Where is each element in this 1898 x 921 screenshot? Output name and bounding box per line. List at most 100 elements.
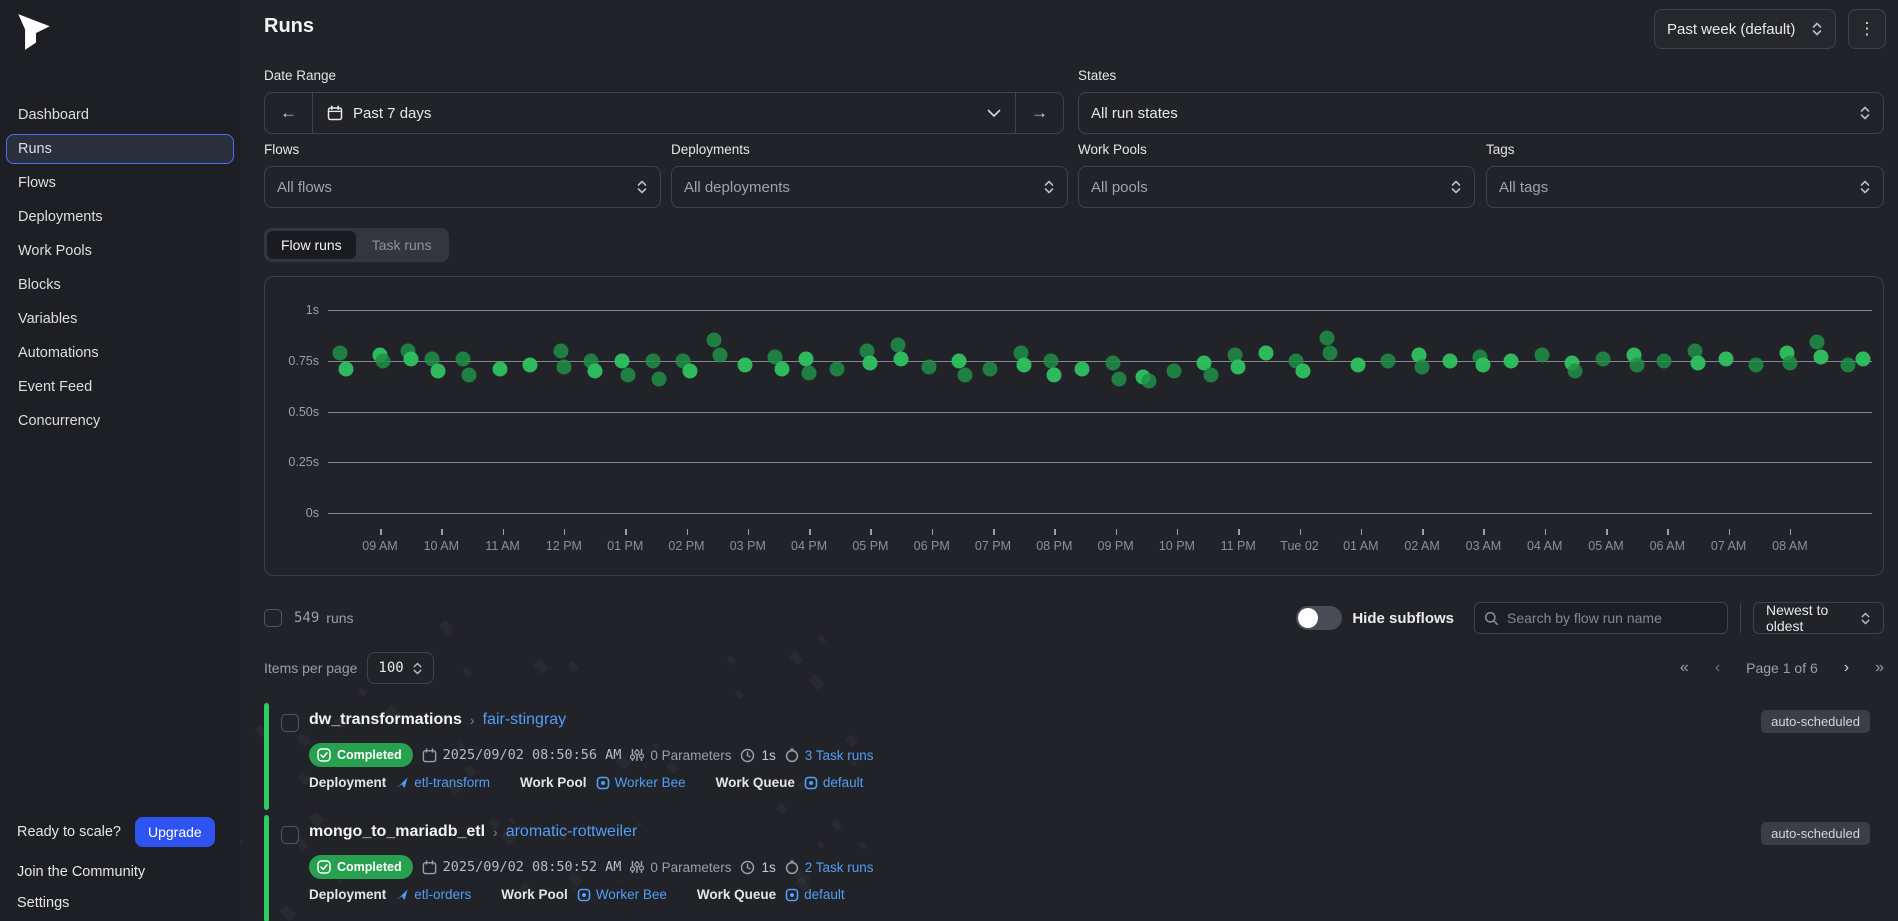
flow-run-dot[interactable]: [431, 363, 446, 378]
flow-run-dot[interactable]: [1320, 331, 1335, 346]
flow-run-dot[interactable]: [921, 359, 936, 374]
run-checkbox[interactable]: [281, 714, 299, 732]
flow-run-dot[interactable]: [1111, 372, 1126, 387]
states-select[interactable]: All run states: [1078, 92, 1884, 134]
flow-run-dot[interactable]: [1690, 355, 1705, 370]
flow-link[interactable]: mongo_to_mariadb_etl: [309, 823, 485, 841]
state-badge-completed[interactable]: Completed: [309, 855, 413, 879]
flow-run-dot[interactable]: [737, 357, 752, 372]
flow-runs-scatter-chart[interactable]: 0s0.25s0.50s0.75s1s09 AM10 AM11 AM12 PM0…: [264, 276, 1884, 576]
state-badge-completed[interactable]: Completed: [309, 743, 413, 767]
run-checkbox[interactable]: [281, 826, 299, 844]
items-per-page-stepper[interactable]: 100: [367, 652, 433, 684]
last-page-button[interactable]: »: [1875, 659, 1884, 677]
flow-run-dot[interactable]: [651, 372, 666, 387]
flow-run-dot[interactable]: [982, 361, 997, 376]
flow-run-dot[interactable]: [1856, 351, 1871, 366]
flow-run-dot[interactable]: [799, 351, 814, 366]
flow-run-dot[interactable]: [553, 343, 568, 358]
flow-run-dot[interactable]: [587, 363, 602, 378]
flow-run-dot[interactable]: [621, 367, 636, 382]
flow-run-dot[interactable]: [713, 347, 728, 362]
flow-run-dot[interactable]: [461, 367, 476, 382]
flow-run-dot[interactable]: [1810, 335, 1825, 350]
flow-run-dot[interactable]: [1657, 353, 1672, 368]
flow-run-dot[interactable]: [1476, 357, 1491, 372]
flow-run-dot[interactable]: [1047, 367, 1062, 382]
sidebar-item-flows[interactable]: Flows: [6, 168, 234, 198]
flow-run-dot[interactable]: [1503, 353, 1518, 368]
work-queue-link[interactable]: default: [785, 887, 845, 902]
flow-run-dot[interactable]: [1295, 363, 1310, 378]
work-pools-select[interactable]: All pools: [1078, 166, 1475, 208]
sidebar-item-dashboard[interactable]: Dashboard: [6, 100, 234, 130]
flow-run-dot[interactable]: [863, 355, 878, 370]
flow-run-dot[interactable]: [645, 353, 660, 368]
flow-run-dot[interactable]: [403, 351, 418, 366]
flow-run-dot[interactable]: [492, 361, 507, 376]
flow-run-dot[interactable]: [1203, 367, 1218, 382]
flow-run-dot[interactable]: [774, 361, 789, 376]
date-range-prev-button[interactable]: ←: [265, 93, 312, 133]
flow-run-link[interactable]: fair-stingray: [483, 711, 567, 729]
sidebar-item-variables[interactable]: Variables: [6, 304, 234, 334]
flow-run-dot[interactable]: [682, 363, 697, 378]
flow-run-dot[interactable]: [1016, 357, 1031, 372]
flow-run-dot[interactable]: [1782, 355, 1797, 370]
flow-run-dot[interactable]: [523, 357, 538, 372]
sidebar-item-runs[interactable]: Runs: [6, 134, 234, 164]
sidebar-item-event-feed[interactable]: Event Feed: [6, 372, 234, 402]
prev-page-button[interactable]: ‹: [1715, 659, 1720, 677]
flow-run-dot[interactable]: [958, 367, 973, 382]
flow-run-dot[interactable]: [1074, 361, 1089, 376]
first-page-button[interactable]: «: [1680, 659, 1689, 677]
flow-run-link[interactable]: aromatic-rottweiler: [506, 823, 638, 841]
flows-select[interactable]: All flows: [264, 166, 661, 208]
flow-run-dot[interactable]: [1718, 351, 1733, 366]
flow-run-dot[interactable]: [1813, 349, 1828, 364]
tab-task-runs[interactable]: Task runs: [358, 231, 446, 259]
flow-run-dot[interactable]: [455, 351, 470, 366]
deployments-select[interactable]: All deployments: [671, 166, 1068, 208]
task-runs-link[interactable]: 3 Task runs: [805, 748, 874, 763]
hide-subflows-toggle[interactable]: [1296, 606, 1342, 630]
sidebar-item-concurrency[interactable]: Concurrency: [6, 406, 234, 436]
search-input[interactable]: [1507, 610, 1718, 626]
work-pool-link[interactable]: Worker Bee: [577, 887, 667, 902]
flow-run-dot[interactable]: [952, 353, 967, 368]
tags-select[interactable]: All tags: [1486, 166, 1884, 208]
flow-run-dot[interactable]: [1629, 357, 1644, 372]
flow-run-dot[interactable]: [1595, 351, 1610, 366]
flow-run-dot[interactable]: [1166, 363, 1181, 378]
flow-run-dot[interactable]: [1350, 357, 1365, 372]
work-pool-link[interactable]: Worker Bee: [596, 775, 686, 790]
deployment-link[interactable]: etl-transform: [395, 775, 490, 790]
flow-run-dot[interactable]: [1415, 359, 1430, 374]
date-range-field[interactable]: Past 7 days: [313, 93, 1015, 133]
sidebar-item-blocks[interactable]: Blocks: [6, 270, 234, 300]
flow-run-dot[interactable]: [890, 337, 905, 352]
prefect-logo-icon[interactable]: [13, 11, 55, 53]
next-page-button[interactable]: ›: [1844, 659, 1849, 677]
settings-link[interactable]: Settings: [17, 895, 230, 911]
flow-run-dot[interactable]: [1442, 353, 1457, 368]
sidebar-item-deployments[interactable]: Deployments: [6, 202, 234, 232]
sort-select[interactable]: Newest to oldest: [1753, 602, 1884, 634]
flow-run-dot[interactable]: [1323, 345, 1338, 360]
task-runs-link[interactable]: 2 Task runs: [805, 860, 874, 875]
flow-run-dot[interactable]: [376, 353, 391, 368]
date-range-next-button[interactable]: →: [1016, 93, 1063, 133]
flow-run-dot[interactable]: [894, 351, 909, 366]
flow-run-dot[interactable]: [802, 365, 817, 380]
flow-run-dot[interactable]: [333, 345, 348, 360]
deployment-link[interactable]: etl-orders: [395, 887, 471, 902]
flow-run-dot[interactable]: [1749, 357, 1764, 372]
flow-run-dot[interactable]: [829, 361, 844, 376]
flow-run-dot[interactable]: [1258, 345, 1273, 360]
community-link[interactable]: Join the Community: [17, 864, 230, 880]
flow-run-dot[interactable]: [1841, 357, 1856, 372]
flow-run-dot[interactable]: [1568, 363, 1583, 378]
flow-run-dot[interactable]: [707, 333, 722, 348]
flow-run-dot[interactable]: [1105, 355, 1120, 370]
tab-flow-runs[interactable]: Flow runs: [267, 231, 356, 259]
